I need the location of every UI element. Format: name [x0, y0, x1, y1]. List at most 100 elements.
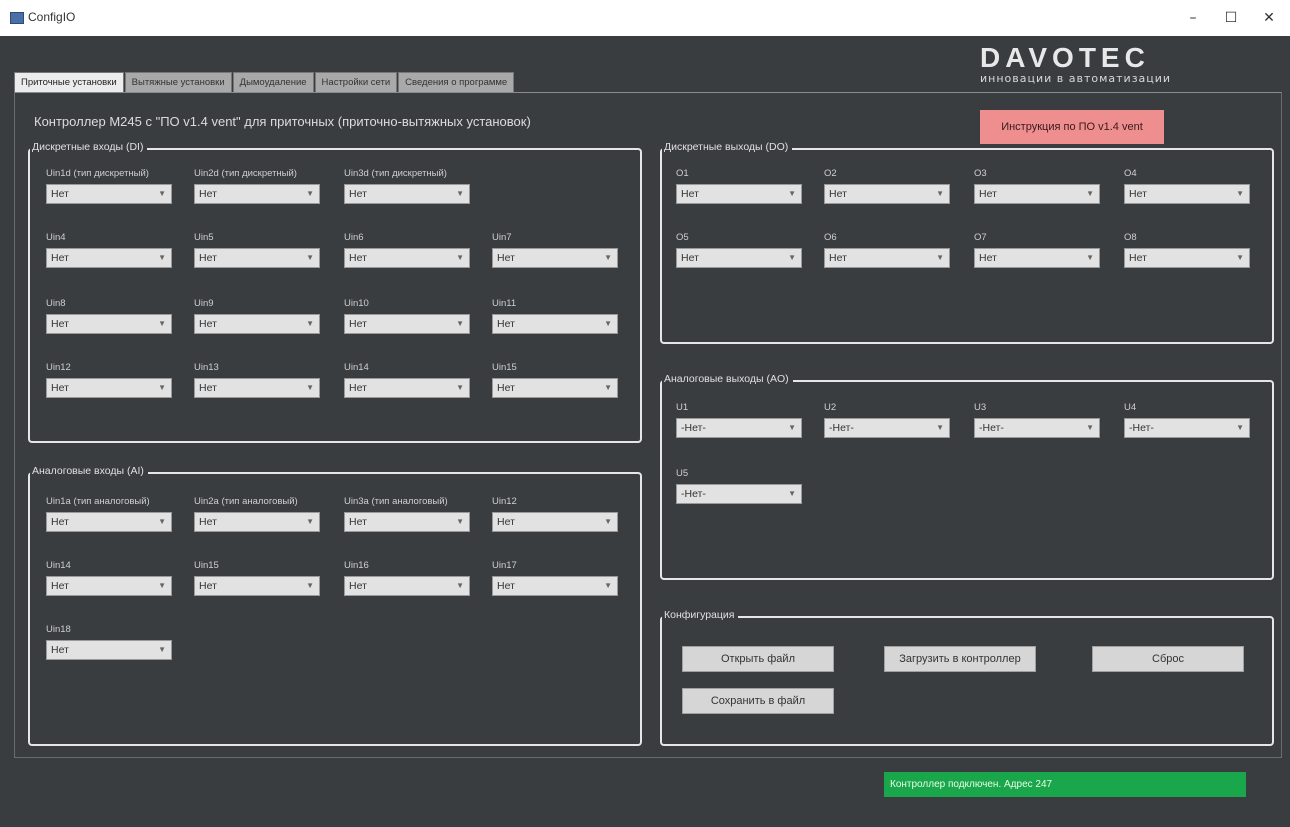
ai-field-uin14: Uin14 Нет ▼: [46, 560, 172, 596]
di-select-uin8[interactable]: Нет ▼: [46, 314, 172, 334]
maximize-button[interactable]: ☐: [1216, 6, 1246, 30]
field-label: Uin7: [492, 232, 512, 243]
ai-select-uin12[interactable]: Нет ▼: [492, 512, 618, 532]
chevron-down-icon: ▼: [604, 253, 612, 262]
di-select-uin9[interactable]: Нет ▼: [194, 314, 320, 334]
reset-button[interactable]: Сброс: [1092, 646, 1244, 672]
do-select-o5[interactable]: Нет ▼: [676, 248, 802, 268]
select-value: Нет: [51, 252, 69, 264]
instruction-button[interactable]: Инструкция по ПО v1.4 vent: [980, 110, 1164, 144]
do-select-o2[interactable]: Нет ▼: [824, 184, 950, 204]
di-select-uin11[interactable]: Нет ▼: [492, 314, 618, 334]
field-label: Uin4: [46, 232, 66, 243]
field-label: U2: [824, 402, 837, 413]
upload-to-controller-button[interactable]: Загрузить в контроллер: [884, 646, 1036, 672]
ai-select-uin15[interactable]: Нет ▼: [194, 576, 320, 596]
select-value: Нет: [349, 252, 367, 264]
field-label: Uin8: [46, 298, 66, 309]
ao-select-u1[interactable]: -Нет- ▼: [676, 418, 802, 438]
di-field-uin15: Uin15 Нет ▼: [492, 362, 618, 398]
select-value: Нет: [199, 580, 217, 592]
field-label: Uin2a (тип аналоговый): [194, 496, 298, 507]
chevron-down-icon: ▼: [158, 517, 166, 526]
di-field-uin1d: Uin1d (тип дискретный) Нет ▼: [46, 168, 172, 204]
select-value: Нет: [829, 252, 847, 264]
chevron-down-icon: ▼: [788, 189, 796, 198]
field-label: Uin10: [344, 298, 369, 309]
ao-select-u4[interactable]: -Нет- ▼: [1124, 418, 1250, 438]
di-select-uin13[interactable]: Нет ▼: [194, 378, 320, 398]
chevron-down-icon: ▼: [158, 253, 166, 262]
ai-select-uin14[interactable]: Нет ▼: [46, 576, 172, 596]
field-label: Uin3a (тип аналоговый): [344, 496, 448, 507]
logo-tagline: инновации в автоматизации: [980, 72, 1172, 85]
chevron-down-icon: ▼: [306, 517, 314, 526]
ai-field-uin18: Uin18 Нет ▼: [46, 624, 172, 660]
tab-about[interactable]: Сведения о программе: [398, 72, 515, 92]
ai-select-uin2a[interactable]: Нет ▼: [194, 512, 320, 532]
do-field-o6: O6 Нет ▼: [824, 232, 950, 268]
tab-supply-units[interactable]: Приточные установки: [14, 72, 124, 92]
connection-status: Контроллер подключен. Адрес 247: [884, 772, 1246, 797]
field-label: O6: [824, 232, 837, 243]
select-value: -Нет-: [979, 422, 1004, 434]
tab-network-settings[interactable]: Настройки сети: [314, 72, 398, 92]
ao-field-u5: U5 -Нет- ▼: [676, 468, 802, 504]
di-select-uin12[interactable]: Нет ▼: [46, 378, 172, 398]
do-select-o4[interactable]: Нет ▼: [1124, 184, 1250, 204]
tab-smoke-removal[interactable]: Дымоудаление: [232, 72, 314, 92]
di-select-uin6[interactable]: Нет ▼: [344, 248, 470, 268]
chevron-down-icon: ▼: [306, 189, 314, 198]
select-value: Нет: [497, 516, 515, 528]
field-label: Uin15: [492, 362, 517, 373]
select-value: Нет: [349, 580, 367, 592]
ai-select-uin3a[interactable]: Нет ▼: [344, 512, 470, 532]
do-select-o8[interactable]: Нет ▼: [1124, 248, 1250, 268]
field-label: Uin6: [344, 232, 364, 243]
chevron-down-icon: ▼: [158, 189, 166, 198]
di-select-uin5[interactable]: Нет ▼: [194, 248, 320, 268]
ai-field-uin16: Uin16 Нет ▼: [344, 560, 470, 596]
field-label: O3: [974, 168, 987, 179]
di-select-uin10[interactable]: Нет ▼: [344, 314, 470, 334]
ao-field-u1: U1 -Нет- ▼: [676, 402, 802, 438]
ao-select-u3[interactable]: -Нет- ▼: [974, 418, 1100, 438]
ai-select-uin1a[interactable]: Нет ▼: [46, 512, 172, 532]
do-select-o7[interactable]: Нет ▼: [974, 248, 1100, 268]
ai-field-uin3a: Uin3a (тип аналоговый) Нет ▼: [344, 496, 470, 532]
di-field-uin13: Uin13 Нет ▼: [194, 362, 320, 398]
select-value: Нет: [199, 382, 217, 394]
di-select-uin1d[interactable]: Нет ▼: [46, 184, 172, 204]
di-field-uin10: Uin10 Нет ▼: [344, 298, 470, 334]
open-file-button[interactable]: Открыть файл: [682, 646, 834, 672]
di-select-uin7[interactable]: Нет ▼: [492, 248, 618, 268]
select-value: Нет: [349, 516, 367, 528]
ai-select-uin16[interactable]: Нет ▼: [344, 576, 470, 596]
close-button[interactable]: ✕: [1254, 6, 1284, 30]
select-value: Нет: [1129, 252, 1147, 264]
ao-select-u5[interactable]: -Нет- ▼: [676, 484, 802, 504]
field-label: U3: [974, 402, 987, 413]
ai-select-uin18[interactable]: Нет ▼: [46, 640, 172, 660]
di-select-uin2d[interactable]: Нет ▼: [194, 184, 320, 204]
chevron-down-icon: ▼: [788, 489, 796, 498]
field-label: Uin9: [194, 298, 214, 309]
do-select-o6[interactable]: Нет ▼: [824, 248, 950, 268]
chevron-down-icon: ▼: [1086, 253, 1094, 262]
ai-select-uin17[interactable]: Нет ▼: [492, 576, 618, 596]
di-select-uin14[interactable]: Нет ▼: [344, 378, 470, 398]
tab-exhaust-units[interactable]: Вытяжные установки: [124, 72, 232, 92]
select-value: Нет: [681, 188, 699, 200]
chevron-down-icon: ▼: [306, 253, 314, 262]
di-select-uin15[interactable]: Нет ▼: [492, 378, 618, 398]
di-select-uin4[interactable]: Нет ▼: [46, 248, 172, 268]
di-select-uin3d[interactable]: Нет ▼: [344, 184, 470, 204]
ao-select-u2[interactable]: -Нет- ▼: [824, 418, 950, 438]
do-select-o3[interactable]: Нет ▼: [974, 184, 1100, 204]
field-label: Uin12: [46, 362, 71, 373]
select-value: -Нет-: [829, 422, 854, 434]
minimize-button[interactable]: –: [1178, 6, 1208, 30]
select-value: Нет: [199, 516, 217, 528]
save-file-button[interactable]: Сохранить в файл: [682, 688, 834, 714]
do-select-o1[interactable]: Нет ▼: [676, 184, 802, 204]
